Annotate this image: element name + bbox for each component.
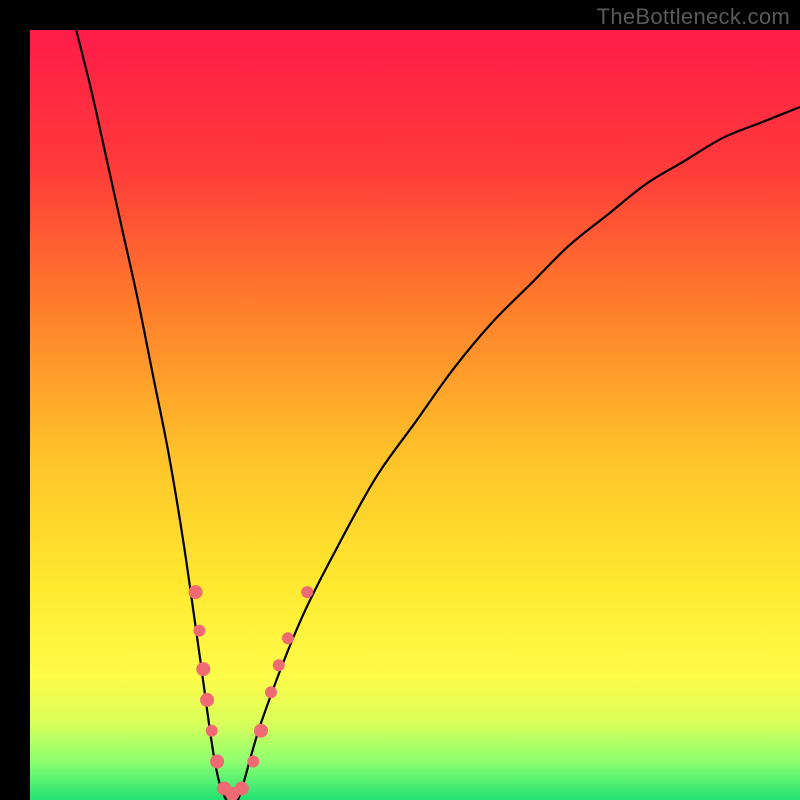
marker-dot (200, 693, 214, 707)
marker-dot (210, 755, 224, 769)
gradient-background (30, 30, 800, 800)
marker-dot (189, 585, 203, 599)
marker-dot (273, 659, 285, 671)
marker-dot (235, 781, 249, 795)
plot-svg (30, 30, 800, 800)
marker-dot (254, 724, 268, 738)
chart-frame: TheBottleneck.com (0, 0, 800, 800)
marker-dot (206, 725, 218, 737)
marker-dot (301, 586, 313, 598)
marker-dot (193, 625, 205, 637)
watermark-text: TheBottleneck.com (597, 4, 790, 30)
marker-dot (247, 756, 259, 768)
marker-dot (282, 632, 294, 644)
marker-dot (265, 686, 277, 698)
marker-dot (196, 662, 210, 676)
